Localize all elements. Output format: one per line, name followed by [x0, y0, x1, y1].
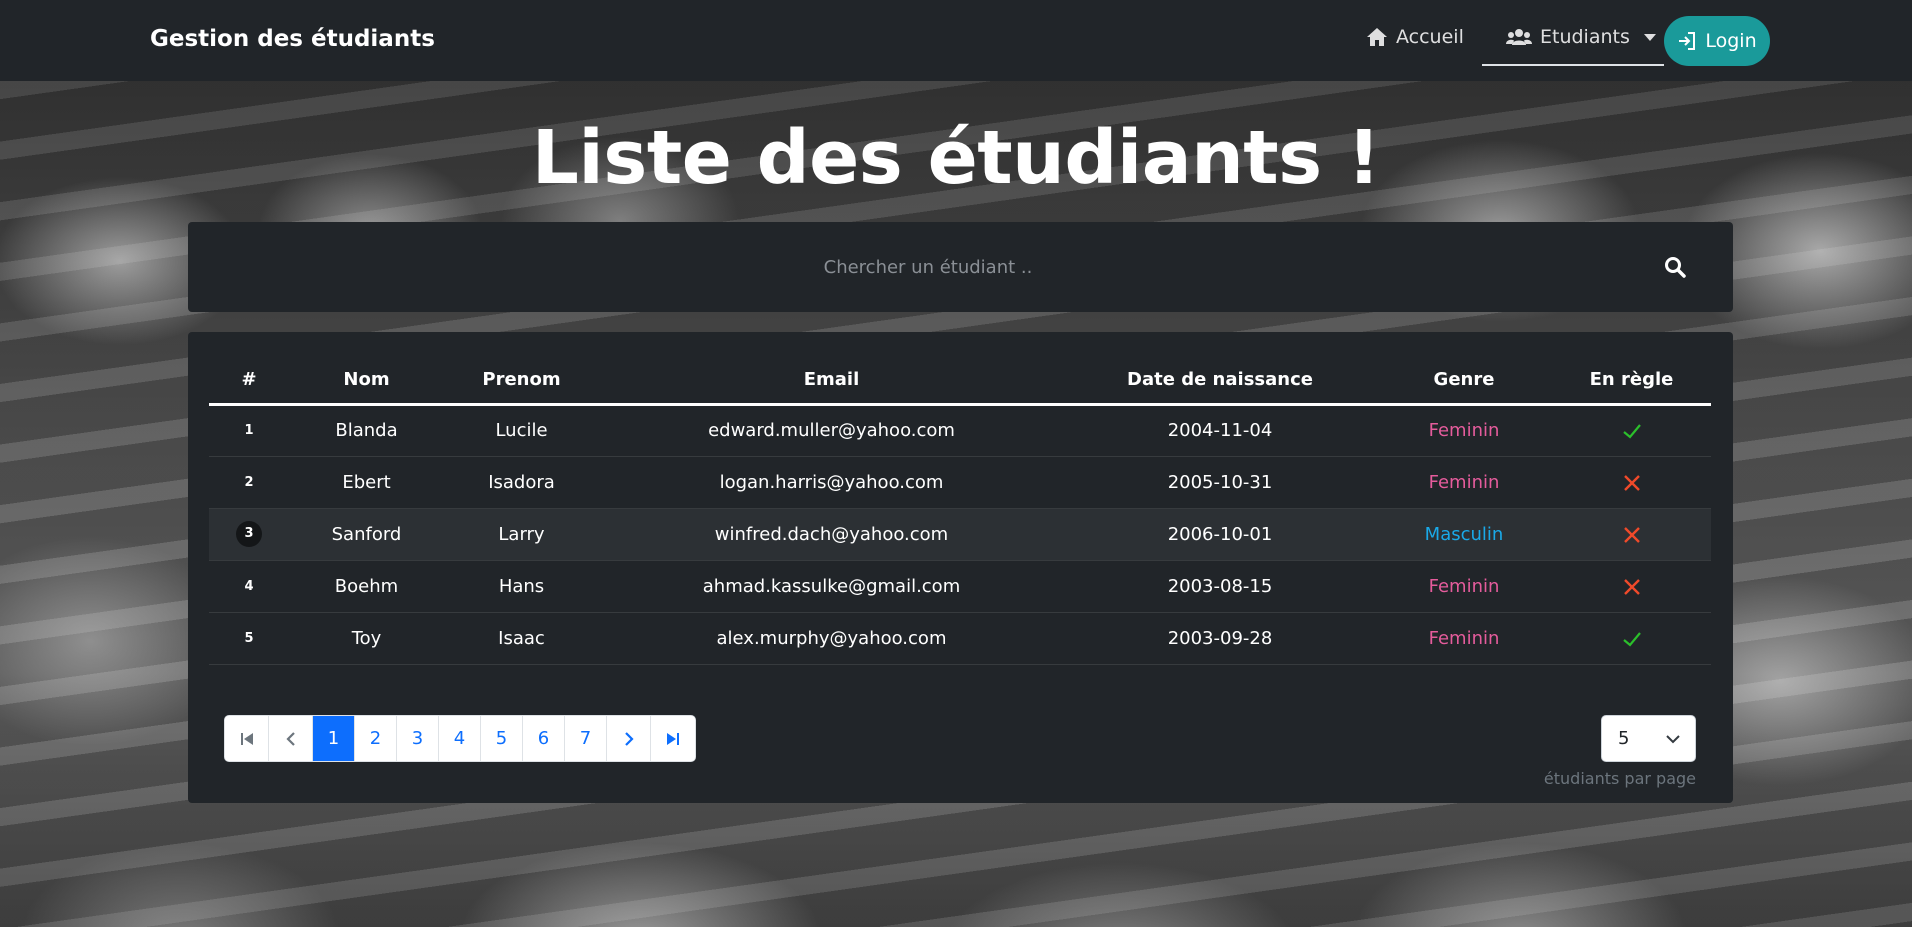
- row-en-regle: [1552, 456, 1711, 509]
- chevron-left-icon: [285, 731, 295, 746]
- search-icon[interactable]: [1663, 255, 1687, 279]
- next-page-button[interactable]: [607, 716, 651, 761]
- row-en-regle: [1552, 508, 1711, 561]
- chevron-right-icon: [624, 731, 634, 746]
- per-page-value: 5: [1618, 728, 1630, 749]
- row-genre: Feminin: [1376, 560, 1552, 613]
- row-index: 1: [209, 404, 289, 457]
- search-input[interactable]: [188, 222, 1668, 312]
- check-icon: [1622, 631, 1641, 647]
- active-nav-underline: [1482, 64, 1664, 66]
- row-email: alex.murphy@yahoo.com: [599, 612, 1064, 665]
- row-en-regle: [1552, 560, 1711, 613]
- check-icon: [1622, 424, 1641, 439]
- students-table: # Nom Prenom Email Date de naissance Gen…: [209, 356, 1711, 665]
- row-en-regle: [1552, 404, 1711, 457]
- row-nom: Sanford: [289, 508, 444, 561]
- row-email: ahmad.kassulke@gmail.com: [599, 560, 1064, 613]
- skip-last-icon: [667, 732, 679, 745]
- table-row[interactable]: 3 Sanford Larry winfred.dach@yahoo.com 2…: [209, 508, 1711, 561]
- row-date: 2005-10-31: [1064, 456, 1376, 509]
- row-prenom: Isadora: [444, 456, 599, 509]
- row-genre: Masculin: [1376, 508, 1552, 561]
- chevron-down-icon: [1666, 735, 1680, 744]
- row-genre: Feminin: [1376, 456, 1552, 509]
- row-genre: Feminin: [1376, 612, 1552, 665]
- page-button-2[interactable]: 2: [355, 716, 397, 761]
- table-row[interactable]: 1 Blanda Lucile edward.muller@yahoo.com …: [209, 404, 1711, 457]
- header-date[interactable]: Date de naissance: [1064, 356, 1376, 406]
- pagination: 1 2 3 4 5 6 7: [224, 715, 696, 762]
- header-index[interactable]: #: [209, 356, 289, 406]
- students-table-card: # Nom Prenom Email Date de naissance Gen…: [188, 332, 1733, 803]
- cross-icon: [1623, 526, 1640, 543]
- table-header-row: # Nom Prenom Email Date de naissance Gen…: [209, 356, 1711, 406]
- users-icon: [1506, 29, 1532, 45]
- page-button-6[interactable]: 6: [523, 716, 565, 761]
- page-button-7[interactable]: 7: [565, 716, 607, 761]
- login-label: Login: [1705, 30, 1757, 52]
- header-genre[interactable]: Genre: [1376, 356, 1552, 406]
- row-prenom: Isaac: [444, 612, 599, 665]
- header-email[interactable]: Email: [599, 356, 1064, 406]
- row-genre: Feminin: [1376, 404, 1552, 457]
- row-index: 5: [209, 612, 289, 665]
- row-en-regle: [1552, 612, 1711, 665]
- row-index: 3: [209, 508, 289, 561]
- page-title: Liste des étudiants !: [531, 115, 1381, 201]
- per-page-label: étudiants par page: [1543, 769, 1696, 788]
- row-nom: Boehm: [289, 560, 444, 613]
- first-page-button[interactable]: [225, 716, 269, 761]
- sign-in-icon: [1679, 32, 1696, 50]
- row-index: 4: [209, 560, 289, 613]
- row-date: 2006-10-01: [1064, 508, 1376, 561]
- row-date: 2003-08-15: [1064, 560, 1376, 613]
- row-prenom: Hans: [444, 560, 599, 613]
- row-date: 2004-11-04: [1064, 404, 1376, 457]
- header-nom[interactable]: Nom: [289, 356, 444, 406]
- header-en-regle[interactable]: En règle: [1552, 356, 1711, 406]
- table-row[interactable]: 2 Ebert Isadora logan.harris@yahoo.com 2…: [209, 456, 1711, 509]
- row-date: 2003-09-28: [1064, 612, 1376, 665]
- row-nom: Ebert: [289, 456, 444, 509]
- row-email: edward.muller@yahoo.com: [599, 404, 1064, 457]
- last-page-button[interactable]: [651, 716, 695, 761]
- prev-page-button[interactable]: [269, 716, 313, 761]
- nav-home-label: Accueil: [1396, 26, 1464, 48]
- row-prenom: Lucile: [444, 404, 599, 457]
- page-button-4[interactable]: 4: [439, 716, 481, 761]
- header-prenom[interactable]: Prenom: [444, 356, 599, 406]
- cross-icon: [1623, 578, 1640, 595]
- row-prenom: Larry: [444, 508, 599, 561]
- nav-students-label: Etudiants: [1540, 26, 1630, 48]
- per-page-select[interactable]: 5: [1601, 715, 1696, 762]
- caret-down-icon: [1643, 33, 1656, 41]
- page-button-3[interactable]: 3: [397, 716, 439, 761]
- row-index-badge: 3: [236, 521, 262, 547]
- navbar: Gestion des étudiants Accueil Etudiants …: [0, 0, 1912, 81]
- row-nom: Toy: [289, 612, 444, 665]
- table-row[interactable]: 5 Toy Isaac alex.murphy@yahoo.com 2003-0…: [209, 612, 1711, 665]
- skip-first-icon: [240, 732, 253, 745]
- row-email: winfred.dach@yahoo.com: [599, 508, 1064, 561]
- page-button-1[interactable]: 1: [313, 716, 355, 761]
- brand-title[interactable]: Gestion des étudiants: [150, 26, 435, 52]
- home-icon: [1367, 28, 1387, 46]
- search-bar: [188, 222, 1733, 312]
- table-row[interactable]: 4 Boehm Hans ahmad.kassulke@gmail.com 20…: [209, 560, 1711, 613]
- page-button-5[interactable]: 5: [481, 716, 523, 761]
- row-email: logan.harris@yahoo.com: [599, 456, 1064, 509]
- row-index: 2: [209, 456, 289, 509]
- cross-icon: [1623, 474, 1640, 491]
- nav-students-dropdown[interactable]: Etudiants: [1506, 26, 1656, 48]
- row-nom: Blanda: [289, 404, 444, 457]
- nav-home[interactable]: Accueil: [1366, 26, 1464, 48]
- login-button[interactable]: Login: [1664, 16, 1770, 66]
